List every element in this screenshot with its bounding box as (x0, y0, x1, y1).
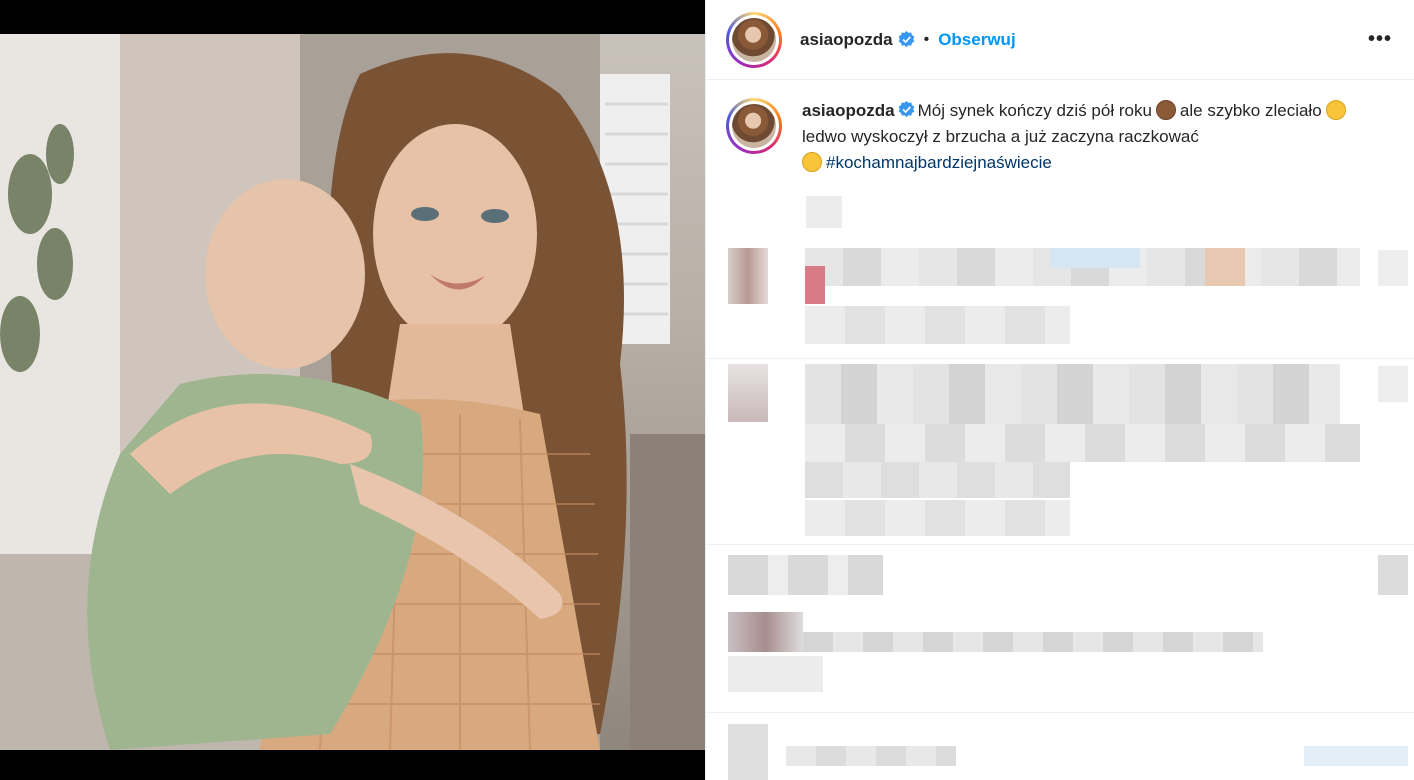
obscured-avatar (728, 364, 768, 422)
obscured-comment-meta (805, 500, 1070, 536)
obscured-comment-text (803, 632, 1263, 652)
follow-button[interactable]: Obserwuj (938, 30, 1015, 50)
obscured-timestamp (806, 196, 842, 228)
obscured-comment-text (786, 746, 956, 766)
post-photo[interactable] (0, 34, 705, 750)
divider (705, 544, 1414, 545)
caption-username[interactable]: asiaopozda (802, 101, 895, 120)
post-media (0, 0, 705, 780)
more-options-icon[interactable]: ••• (1368, 28, 1392, 51)
obscured-comment-meta (728, 656, 823, 692)
obscured-like-icon (1378, 366, 1408, 402)
obscured-mention (1050, 248, 1140, 268)
photo-illustration (0, 34, 705, 750)
obscured-like-icon (1378, 555, 1408, 595)
obscured-emoji (1205, 248, 1245, 286)
verified-badge-icon (898, 31, 914, 48)
post-header: asiaopozda • Obserwuj ••• (706, 0, 1414, 80)
header-username[interactable]: asiaopozda (800, 30, 893, 50)
grinning-face-emoji-icon (802, 152, 822, 172)
profile-picture (732, 17, 776, 62)
hashtag-link[interactable]: #kochamnajbardziejnaświecie (826, 153, 1052, 172)
divider (705, 712, 1414, 713)
obscured-comment-text (805, 364, 1340, 424)
caption-profile-picture (732, 104, 776, 148)
caption-text-part-2: ale szybko zleciało (1179, 101, 1322, 120)
caption-text: asiaopozda Mój synek kończy dziś pół rok… (802, 98, 1372, 176)
caption-text-part-1: Mój synek kończy dziś pół roku (917, 101, 1152, 120)
obscured-comment-header (728, 555, 883, 595)
divider (705, 358, 1414, 359)
obscured-mention (1304, 746, 1408, 766)
obscured-like-icon (1378, 250, 1408, 286)
monkey-emoji-icon (1155, 100, 1176, 120)
post-caption: asiaopozda Mój synek kończy dziś pół rok… (726, 98, 1396, 176)
smiling-face-emoji-icon (1325, 100, 1346, 120)
obscured-avatar (728, 248, 768, 304)
obscured-comment-meta (805, 306, 1070, 344)
obscured-avatar (728, 724, 768, 780)
obscured-emoji (805, 266, 825, 304)
caption-avatar[interactable] (726, 98, 782, 154)
obscured-avatar (728, 612, 803, 652)
verified-badge-icon (898, 101, 914, 118)
separator-dot: • (923, 30, 930, 48)
obscured-comment-text (805, 462, 1070, 498)
obscured-comment-text (805, 424, 1360, 462)
caption-text-part-3: ledwo wyskoczył z brzucha a już zaczyna … (802, 127, 1199, 146)
avatar[interactable] (726, 11, 782, 68)
